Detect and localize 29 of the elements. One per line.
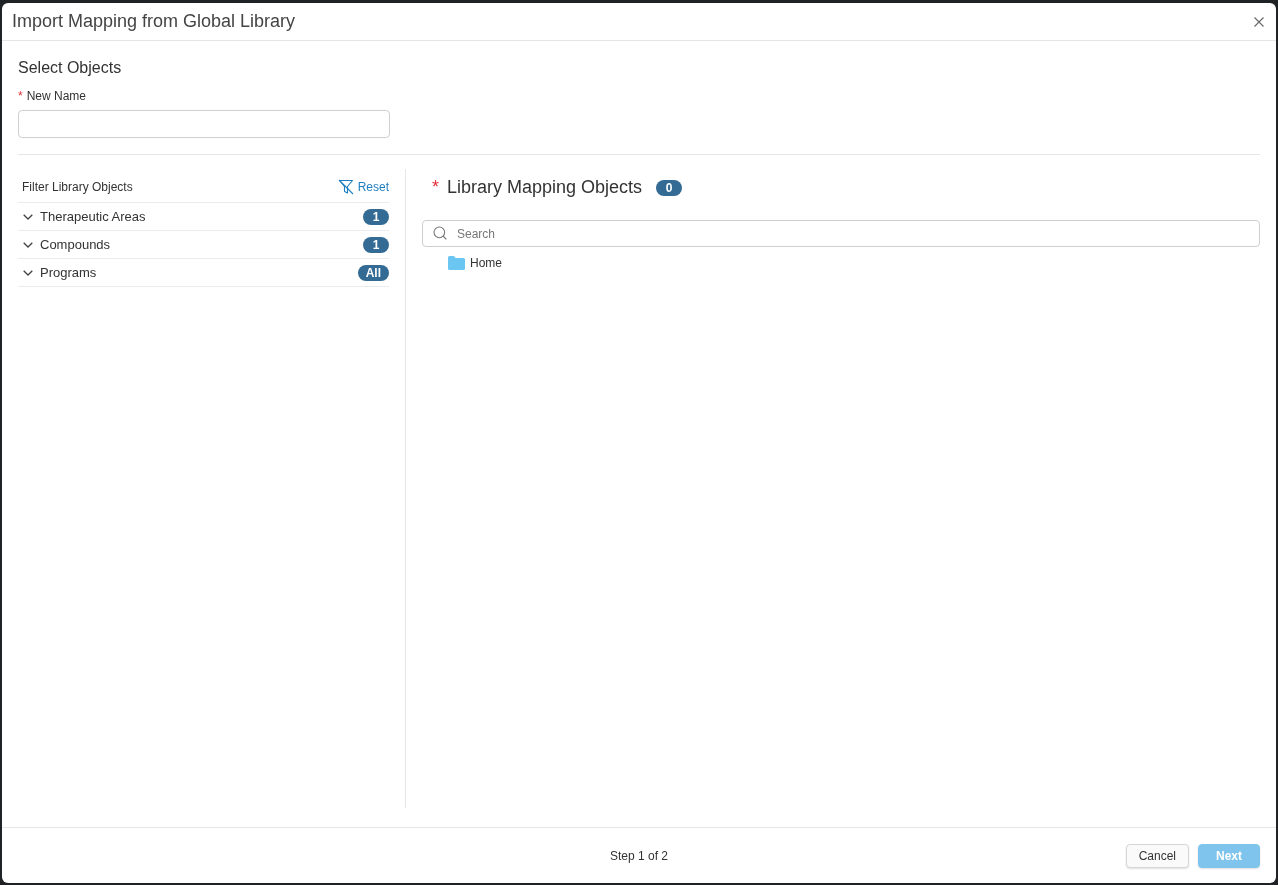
chevron-down-icon xyxy=(23,213,33,220)
count-badge: 1 xyxy=(363,208,389,225)
folder-icon xyxy=(448,256,465,270)
name-input-field[interactable] xyxy=(18,110,390,138)
required-mark: * xyxy=(432,177,439,198)
field-label: New Name xyxy=(26,88,87,104)
filter-group-toggle[interactable]: Therapeutic Areas xyxy=(23,209,146,224)
filter-group-toggle[interactable]: Programs xyxy=(23,265,97,280)
count-badge: All xyxy=(357,264,389,281)
tree-item[interactable]: Home xyxy=(448,256,502,270)
section-title: Select Objects xyxy=(18,58,122,78)
dialog-title: Import Mapping from Global Library xyxy=(12,11,296,32)
search-field[interactable]: Search xyxy=(422,220,1260,247)
step-indicator: Step 1 of 2 xyxy=(609,848,668,863)
filter-heading: Filter Library Objects xyxy=(22,180,133,194)
reset-link[interactable]: Reset xyxy=(337,179,389,195)
cancel-button[interactable]: Cancel xyxy=(1125,843,1189,868)
count-badge: 1 xyxy=(363,236,389,253)
search-icon xyxy=(432,225,448,241)
close-icon xyxy=(1254,16,1264,27)
chevron-down-icon xyxy=(23,269,33,276)
filter-group-toggle[interactable]: Compounds xyxy=(23,237,111,252)
count-badge: 0 xyxy=(656,179,683,196)
filter-off-icon xyxy=(337,179,354,195)
chevron-down-icon xyxy=(23,241,33,248)
tree-item-label: Home xyxy=(470,256,502,270)
library-heading: Library Mapping Objects xyxy=(447,177,643,198)
close-button[interactable] xyxy=(1252,14,1266,29)
required-mark: * xyxy=(18,88,23,104)
